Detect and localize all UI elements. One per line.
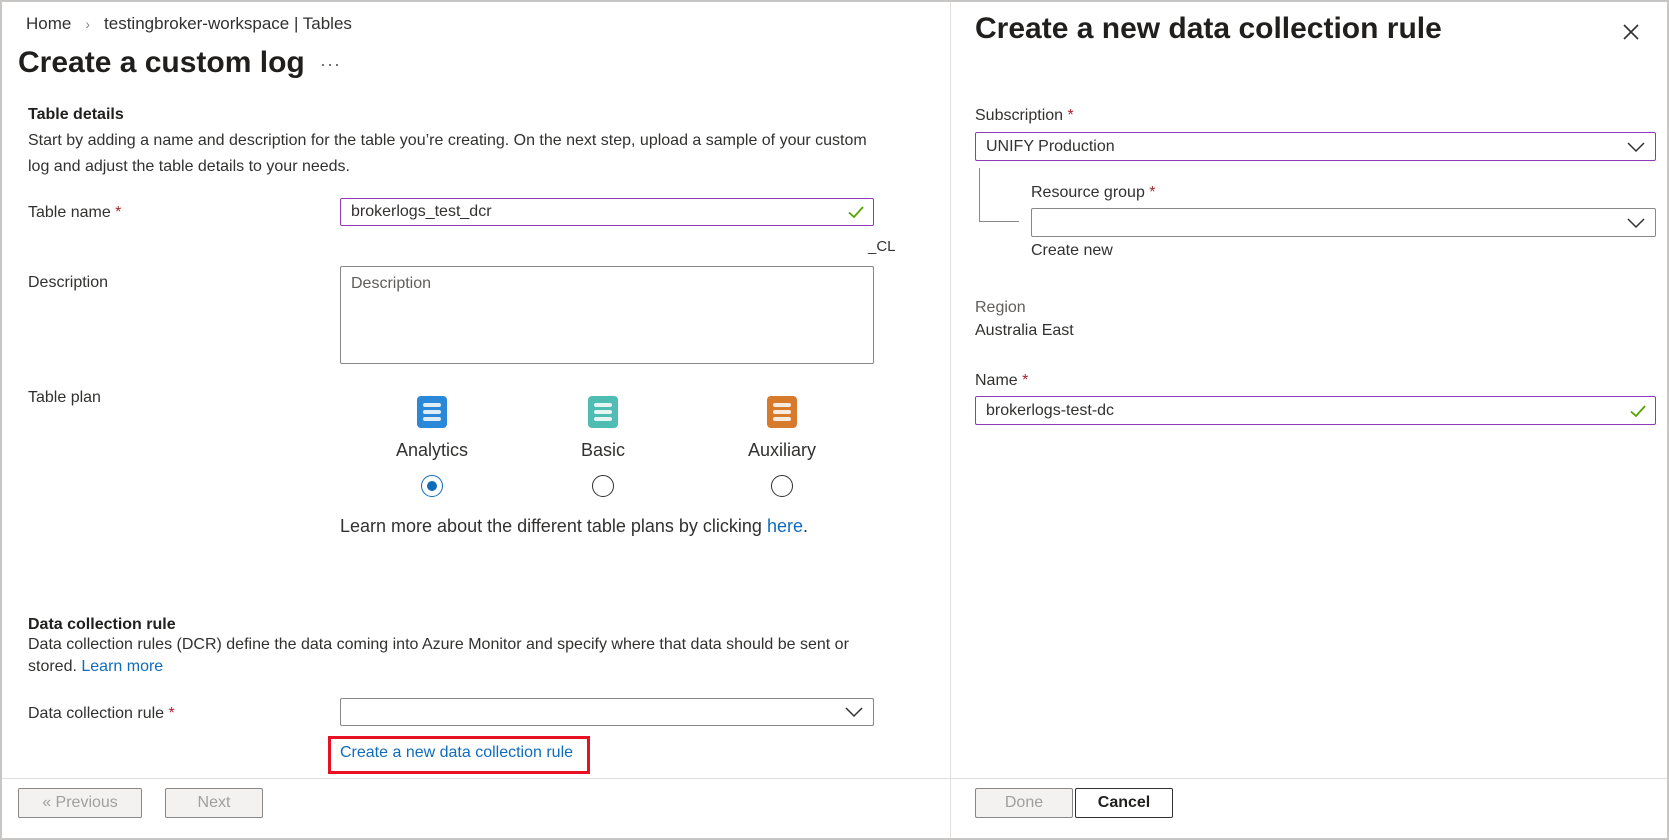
subscription-select[interactable]: UNIFY Production	[975, 132, 1656, 161]
chevron-down-icon	[845, 707, 863, 718]
table-name-value: brokerlogs_test_dcr	[351, 203, 492, 220]
description-label: Description	[28, 274, 109, 291]
chevron-down-icon	[1627, 217, 1645, 228]
previous-button[interactable]: « Previous	[18, 788, 142, 818]
plan-option-analytics[interactable]: Analytics	[372, 396, 492, 497]
plan-option-basic[interactable]: Basic	[543, 396, 663, 497]
breadcrumb: Home › testingbroker-workspace | Tables	[26, 14, 352, 34]
table-details-description: Start by adding a name and description f…	[28, 132, 867, 175]
analytics-plan-icon	[417, 396, 447, 428]
description-textarea[interactable]: Description	[340, 266, 874, 364]
name-input[interactable]: brokerlogs-test-dc	[975, 396, 1656, 425]
done-button[interactable]: Done	[975, 788, 1073, 818]
footer-divider	[2, 778, 950, 779]
panel-footer-divider	[951, 778, 1667, 779]
region-label: Region	[975, 299, 1026, 316]
table-plan-note: Learn more about the different table pla…	[340, 516, 808, 536]
table-details-heading: Table details	[28, 106, 124, 123]
dcr-field-label: Data collection rule *	[28, 705, 175, 722]
resource-group-label: Resource group *	[1031, 184, 1156, 201]
auxiliary-plan-icon	[767, 396, 797, 428]
plan-name: Basic	[580, 440, 625, 460]
next-button[interactable]: Next	[165, 788, 263, 818]
dcr-select[interactable]	[340, 698, 874, 726]
basic-plan-icon	[588, 396, 618, 428]
chevron-right-icon: ›	[85, 16, 91, 32]
resource-group-select[interactable]	[1031, 208, 1656, 237]
tree-connector	[979, 168, 1019, 222]
breadcrumb-home[interactable]: Home	[26, 14, 71, 34]
plan-name: Auxiliary	[747, 440, 817, 460]
table-name-input[interactable]: brokerlogs_test_dcr	[340, 198, 874, 226]
subscription-value: UNIFY Production	[986, 137, 1115, 155]
plan-option-auxiliary[interactable]: Auxiliary	[722, 396, 842, 497]
plan-name: Analytics	[395, 440, 469, 460]
close-icon[interactable]	[1621, 22, 1641, 42]
create-dcr-panel: Create a new data collection rule Subscr…	[950, 2, 1667, 838]
region-value: Australia East	[975, 322, 1074, 339]
table-plans-here-link[interactable]: here	[767, 516, 803, 536]
dcr-heading: Data collection rule	[28, 616, 176, 633]
radio-auxiliary[interactable]	[771, 475, 793, 497]
radio-basic[interactable]	[592, 475, 614, 497]
custom-log-pane: Home › testingbroker-workspace | Tables …	[2, 2, 950, 838]
table-plan-label: Table plan	[28, 389, 101, 406]
create-new-resource-group-link[interactable]: Create new	[1031, 242, 1113, 260]
more-options-icon[interactable]: ···	[320, 54, 341, 75]
name-label: Name *	[975, 372, 1029, 389]
subscription-label: Subscription *	[975, 107, 1074, 124]
chevron-down-icon	[1627, 141, 1645, 152]
learn-more-link[interactable]: Learn more	[81, 658, 163, 675]
description-placeholder: Description	[351, 275, 432, 292]
page-title: Create a custom log	[18, 46, 305, 79]
name-value: brokerlogs-test-dc	[986, 401, 1115, 419]
table-name-label: Table name *	[28, 204, 122, 221]
panel-title: Create a new data collection rule	[975, 12, 1442, 45]
checkmark-icon	[848, 206, 864, 219]
breadcrumb-workspace[interactable]: testingbroker-workspace | Tables	[104, 14, 352, 34]
dcr-description: Data collection rules (DCR) define the d…	[28, 636, 849, 675]
radio-analytics[interactable]	[421, 475, 443, 497]
create-dcr-link[interactable]: Create a new data collection rule	[340, 744, 573, 762]
table-name-suffix: _CL	[868, 238, 896, 255]
checkmark-icon	[1630, 404, 1646, 417]
cancel-button[interactable]: Cancel	[1075, 788, 1173, 818]
window-frame: Home › testingbroker-workspace | Tables …	[0, 0, 1669, 840]
